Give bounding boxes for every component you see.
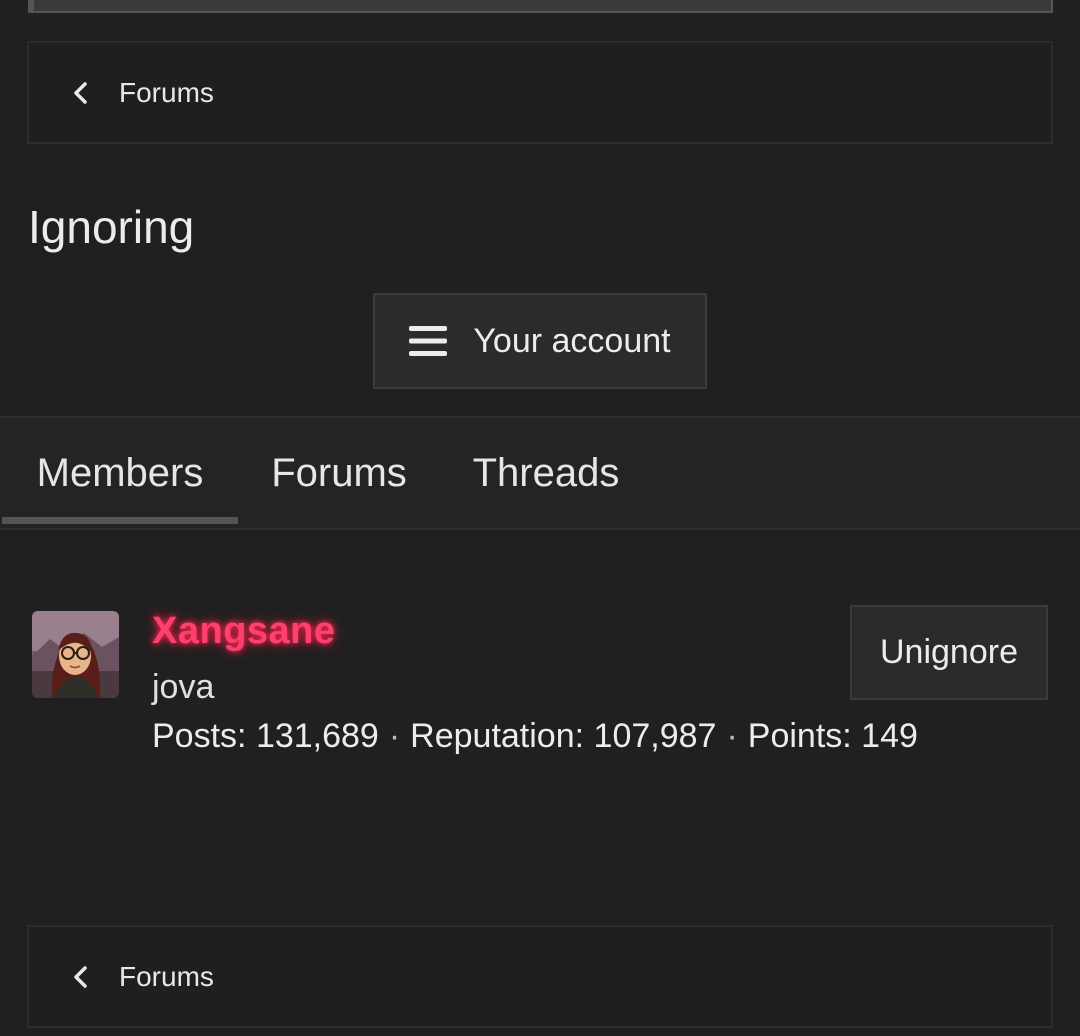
reputation-label: Reputation: xyxy=(410,717,585,755)
top-decoration-bar xyxy=(28,0,1053,13)
member-user-title: jova xyxy=(152,668,215,706)
breadcrumb-label: Forums xyxy=(119,960,214,992)
avatar[interactable] xyxy=(32,611,119,698)
chevron-left-icon xyxy=(74,965,87,988)
your-account-label: Your account xyxy=(473,321,671,360)
page-title: Ignoring xyxy=(28,201,195,253)
breadcrumb-bottom: Forums xyxy=(27,925,1053,1028)
ignored-member-item: Xangsane jova Posts: 131,689 · Reputation:… xyxy=(0,600,1080,770)
hamburger-menu-icon xyxy=(409,326,448,356)
points-label: Points: xyxy=(747,717,852,755)
member-stats: Posts: 131,689 · Reputation: 107,987 · Point… xyxy=(152,717,918,756)
breadcrumb-forums-link[interactable]: Forums xyxy=(71,961,214,993)
tab-forums[interactable]: Forums xyxy=(238,418,440,528)
breadcrumb-top: Forums xyxy=(27,41,1053,144)
stats-separator: · xyxy=(388,717,401,755)
avatar-image xyxy=(32,611,119,698)
ignore-tabs: Members Forums Threads xyxy=(0,416,1080,530)
stats-separator: · xyxy=(726,717,738,755)
reputation-value: 107,987 xyxy=(593,717,717,755)
breadcrumb-label: Forums xyxy=(119,76,214,108)
member-username[interactable]: Xangsane xyxy=(152,610,336,653)
your-account-button[interactable]: Your account xyxy=(373,293,707,389)
unignore-button[interactable]: Unignore xyxy=(850,605,1048,700)
tab-threads[interactable]: Threads xyxy=(440,418,652,528)
tab-members[interactable]: Members xyxy=(2,418,238,528)
breadcrumb-forums-link[interactable]: Forums xyxy=(71,77,214,109)
points-value: 149 xyxy=(861,717,918,755)
chevron-left-icon xyxy=(74,81,87,104)
posts-label: Posts: xyxy=(152,717,247,755)
posts-value: 131,689 xyxy=(255,717,379,755)
